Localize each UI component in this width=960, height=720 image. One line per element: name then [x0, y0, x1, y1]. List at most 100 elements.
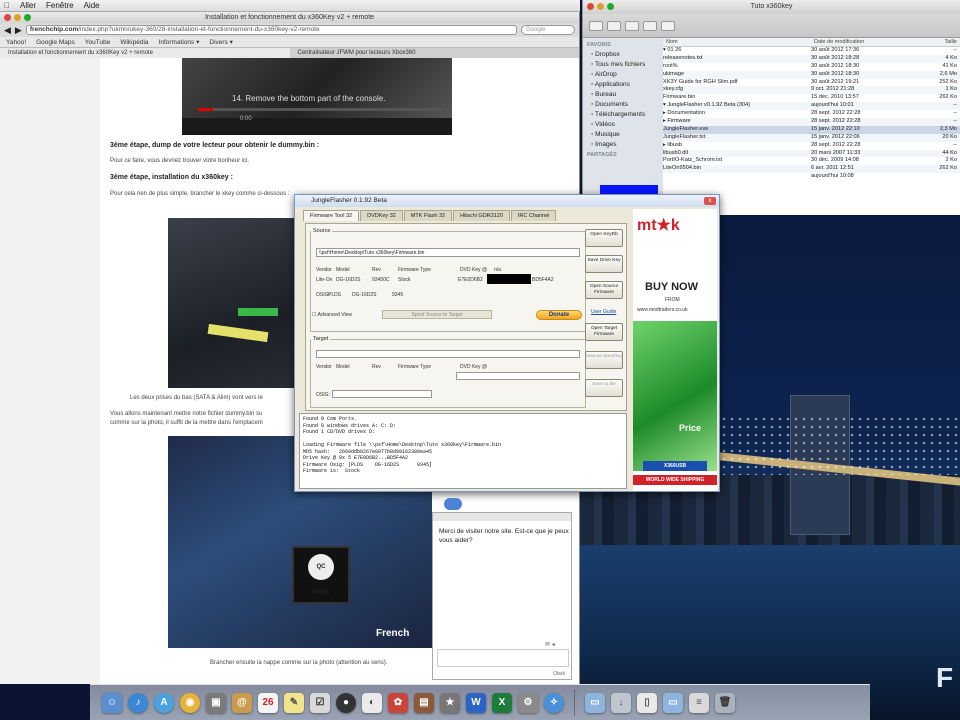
menu-item-fenetre[interactable]: Fenêtre	[46, 1, 74, 10]
reminders-icon[interactable]: ☑	[310, 692, 330, 713]
url-field[interactable]: frenchchip.com/index.php?ukmn/ukey-360/2…	[25, 25, 517, 35]
file-row[interactable]: LiteOn9504.bin 6 avr. 2011 12:51 262 Ko	[663, 165, 960, 174]
chat-input[interactable]	[437, 649, 569, 667]
file-row[interactable]: PortIO-Katz_Schrom.txt 30 déc. 2009 14:08…	[663, 157, 960, 165]
app-store-icon[interactable]: A	[154, 692, 174, 713]
target-key-field[interactable]	[456, 372, 580, 380]
menu-item-aide[interactable]: Aide	[84, 1, 100, 10]
photo-booth-icon[interactable]: ◐	[362, 692, 382, 713]
donate-button[interactable]: Donate	[536, 310, 582, 320]
video-player[interactable]: 14. Remove the bottom part of the consol…	[182, 58, 452, 135]
zoom-button[interactable]	[24, 14, 31, 21]
view-icon-button[interactable]	[625, 20, 639, 31]
bookmark-youtube[interactable]: YouTube	[85, 37, 111, 47]
chat-footer[interactable]: Olark	[553, 671, 565, 677]
apple-menu-icon[interactable]: 	[4, 1, 10, 10]
open-keydb-button[interactable]: Open KeyDb	[585, 229, 623, 247]
bookmark-informations[interactable]: Informations ▾	[159, 37, 200, 47]
file-row[interactable]: Firmware.bin 15 déc. 2010 13:57 262 Ko	[663, 94, 960, 102]
tab-firmware-tool[interactable]: Firmware Tool 32	[303, 210, 360, 221]
document-stack-icon[interactable]: ▯	[637, 692, 657, 713]
minimize-button[interactable]	[14, 14, 21, 21]
file-row[interactable]: ▸ Firmware 28 sept. 2012 22:28 --	[663, 118, 960, 126]
modtraders-ad[interactable]: mt★k BUY NOW FROM www.modtraders.co.uk P…	[633, 209, 717, 491]
sidebar-item-music[interactable]: Musique	[587, 130, 659, 140]
file-row[interactable]: aujourd'hui 10:08	[663, 173, 960, 181]
photo-app-icon[interactable]: ✿	[388, 692, 408, 713]
file-row[interactable]: ▾ 01 26 30 août 2012 17:36 --	[663, 47, 960, 55]
back-icon[interactable]: ◀	[4, 25, 11, 36]
excel-icon[interactable]: X	[492, 692, 512, 713]
tab-irc[interactable]: IRC Channel	[510, 210, 557, 221]
open-target-firmware-button[interactable]: Open Target Firmware	[585, 323, 623, 341]
finder-forward-button[interactable]	[607, 20, 621, 31]
safari-icon[interactable]: ✧	[544, 692, 564, 713]
finder-minimize-button[interactable]	[597, 3, 604, 10]
iphoto-icon[interactable]: ▤	[414, 692, 434, 713]
bookmark-yahoo[interactable]: Yahoo!	[6, 37, 26, 47]
bookmark-wikipedia[interactable]: Wikipédia	[120, 37, 148, 47]
bookmark-google-maps[interactable]: Google Maps	[36, 37, 75, 47]
file-row[interactable]: ukimage 30 août 2012 18:30 2,6 Mo	[663, 70, 960, 79]
jf-close-button[interactable]: x	[704, 197, 716, 205]
advanced-view-checkbox[interactable]: ☐ Advanced View	[312, 312, 352, 318]
view-column-button[interactable]	[661, 20, 675, 31]
tab-mtk-flash[interactable]: MTK Flash 32	[403, 210, 453, 221]
bookmark-divers[interactable]: Divers ▾	[209, 37, 233, 47]
file-row[interactable]: releasenotes.txt 30 août 2012 18:28 4 Ko	[663, 54, 960, 63]
file-row[interactable]: root% 30 août 2012 18:30 41 Ko	[663, 63, 960, 71]
user-guide-link[interactable]: User Guide	[591, 309, 616, 315]
file-row[interactable]: JungleFlasher.txt 15 janv. 2012 22:06 20 K…	[663, 133, 960, 142]
jf-log-output[interactable]: Found 0 Com Ports. Found 0 windows drive…	[299, 413, 627, 489]
imovie-icon[interactable]: ★	[440, 692, 460, 713]
tab-hitachi[interactable]: Hitachi GDR3120	[453, 210, 510, 221]
save-to-file-button[interactable]: Save to file	[585, 379, 623, 397]
contacts-icon[interactable]: @	[232, 692, 252, 713]
downloads-stack-icon[interactable]: ↓	[611, 692, 631, 713]
trash-icon[interactable]: 🗑	[715, 692, 735, 713]
documents-stack-icon[interactable]: ≡	[689, 692, 709, 713]
file-row[interactable]: xkey.cfg 9 oct. 2012 21:28 1 Ko	[663, 86, 960, 95]
finder-back-button[interactable]	[589, 20, 603, 31]
file-row[interactable]: ▸ Documentation 28 sept. 2012 22:28 --	[663, 110, 960, 118]
file-row[interactable]: libusb0.dll 20 mars 2007 11:33 44 Ko	[663, 149, 960, 158]
file-row[interactable]: XK3Y Guide for RGH Slim.pdf 30 août 2012 …	[663, 79, 960, 87]
sidebar-item-videos[interactable]: Vidéos	[587, 120, 659, 130]
sidebar-item-dropbox[interactable]: Dropbox	[587, 50, 659, 60]
applications-folder-icon[interactable]: ▭	[663, 692, 683, 713]
sidebar-item-documents[interactable]: Documents	[587, 100, 659, 110]
col-date[interactable]: Date de modification	[811, 38, 921, 46]
sidebar-item-applications[interactable]: Applications	[587, 80, 659, 90]
sidebar-item-airdrop[interactable]: AirDrop	[587, 70, 659, 80]
col-size[interactable]: Taille	[921, 38, 960, 46]
tab-dvdkey[interactable]: DVDKey 32	[360, 210, 403, 221]
video-progress-bar[interactable]	[198, 108, 442, 111]
col-name[interactable]: Nom	[663, 38, 811, 46]
sidebar-item-all-files[interactable]: Tous mes fichiers	[587, 60, 659, 70]
chrome-icon[interactable]: ◉	[180, 692, 200, 713]
folder-icon[interactable]: ▭	[585, 692, 605, 713]
finder-icon[interactable]: ☺	[102, 692, 122, 713]
calendar-icon[interactable]: 26	[258, 692, 278, 713]
tab-installation[interactable]: Installation et fonctionnement du x360Ke…	[0, 48, 290, 58]
manual-spoofing-button[interactable]: Manual Spoofing	[585, 351, 623, 369]
word-icon[interactable]: W	[466, 692, 486, 713]
view-list-button[interactable]	[643, 20, 657, 31]
source-path-field[interactable]: \\psf\Home\Desktop\Tuto x360key\Firmware…	[316, 248, 580, 257]
finder-zoom-button[interactable]	[607, 3, 614, 10]
file-row[interactable]: JungleFlasher.exe 15 janv. 2012 22:10 2,3 …	[663, 125, 960, 134]
sidebar-item-bureau[interactable]: Bureau	[587, 90, 659, 100]
menu-item-aller[interactable]: Aller	[20, 1, 36, 10]
notes-icon[interactable]: ✎	[284, 692, 304, 713]
itunes-icon[interactable]: ♪	[128, 692, 148, 713]
chat-header[interactable]	[433, 513, 571, 521]
preview-icon[interactable]: ▣	[206, 692, 226, 713]
close-button[interactable]	[4, 14, 11, 21]
sidebar-item-images[interactable]: Images	[587, 140, 659, 150]
tab-centralisateur[interactable]: Centralisateur JFWM pour lecteurs Xbox36…	[290, 48, 580, 58]
system-preferences-icon[interactable]: ⚙	[518, 692, 538, 713]
chat-email-icon[interactable]: ✉ ◂	[545, 641, 555, 648]
finder-close-button[interactable]	[587, 3, 594, 10]
sidebar-item-downloads[interactable]: Téléchargements	[587, 110, 659, 120]
save-drive-key-button[interactable]: Save Drive Key	[585, 255, 623, 273]
